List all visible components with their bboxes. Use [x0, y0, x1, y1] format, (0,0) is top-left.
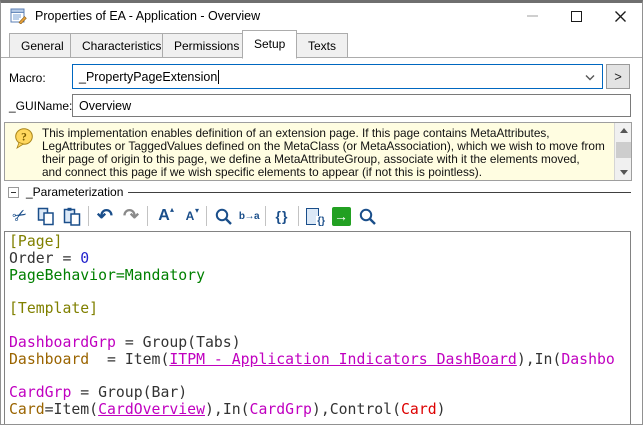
code-line: PageBehavior=Mandatory: [9, 266, 205, 284]
redo-icon: ↷: [123, 205, 139, 227]
macro-combobox[interactable]: _PropertyPageExtension: [72, 64, 603, 89]
info-text: This implementation enables definition o…: [42, 127, 614, 179]
arrow-up-icon: [619, 128, 628, 133]
arrow-down-icon: [619, 170, 628, 175]
info-scrollbar[interactable]: [614, 123, 631, 180]
cut-icon: ✂: [8, 203, 31, 228]
toolbar-separator: [298, 206, 299, 226]
replace-button[interactable]: b→a: [236, 204, 262, 228]
guiname-value: Overview: [79, 98, 132, 113]
toolbar-separator: [206, 206, 207, 226]
info-line: This implementation enables definition o…: [42, 126, 550, 140]
code-line: Dashboard = Item(ITPM - Application Indi…: [9, 350, 615, 368]
code-line: Order = 0: [9, 249, 90, 267]
replace-icon: b→a: [238, 210, 260, 222]
code-line: [Template]: [9, 300, 99, 318]
search-button[interactable]: [354, 204, 380, 228]
info-line: LegAttributes or TaggedValues defined on…: [42, 138, 605, 153]
tab-texts[interactable]: Texts: [296, 33, 349, 58]
maximize-icon: [570, 10, 582, 22]
paste-button[interactable]: [59, 204, 85, 228]
paste-braces-button[interactable]: {}: [302, 204, 328, 228]
tab-setup[interactable]: Setup: [242, 30, 298, 59]
scroll-down-button[interactable]: [615, 165, 632, 180]
parameterization-collapse-toggle[interactable]: [8, 187, 19, 198]
undo-button[interactable]: ↶: [92, 204, 118, 228]
copy-button[interactable]: [33, 204, 59, 228]
font-decrease-icon: A: [185, 209, 195, 223]
info-box: ? This implementation enables definition…: [4, 122, 632, 181]
zoom-button[interactable]: [210, 204, 236, 228]
font-decrease-button[interactable]: A ▾: [177, 204, 203, 228]
paste-icon: [63, 207, 81, 226]
info-line: their page of origin to this page, we de…: [42, 151, 580, 166]
minus-icon: [11, 192, 16, 193]
font-increase-button[interactable]: A ▴: [151, 204, 177, 228]
minimize-button[interactable]: [510, 3, 554, 29]
code-line: CardGrp = Group(Bar): [9, 384, 188, 402]
undo-icon: ↶: [97, 205, 113, 227]
code-line: DashboardGrp = Group(Tabs): [9, 333, 241, 351]
text-caret: [218, 69, 220, 84]
copy-icon: [37, 207, 54, 225]
help-balloon-icon: ?: [15, 128, 33, 149]
close-button[interactable]: [598, 3, 642, 29]
font-increase-icon: A: [158, 207, 170, 224]
parameterization-rule: [128, 192, 631, 193]
macro-value: _PropertyPageExtension: [79, 69, 218, 84]
code-editor[interactable]: [Page] Order = 0 PageBehavior=Mandatory [T…: [4, 231, 631, 424]
code-line: Card=Item(CardOverview),In(CardGrp),Cont…: [9, 400, 446, 418]
braces-icon: {}: [275, 208, 289, 224]
tab-characteristics[interactable]: Characteristics: [70, 33, 174, 58]
guiname-input[interactable]: Overview: [72, 94, 631, 117]
svg-text:?: ?: [21, 132, 27, 144]
maximize-button[interactable]: [554, 3, 598, 29]
scroll-up-button[interactable]: [615, 123, 632, 138]
toolbar-separator: [88, 206, 89, 226]
tab-permissions[interactable]: Permissions: [162, 33, 252, 58]
scroll-thumb[interactable]: [616, 142, 631, 158]
info-line: and connect this page if we wish specifi…: [42, 164, 482, 179]
properties-dialog: Properties of EA - Application - Overvie…: [0, 0, 643, 425]
tab-strip: General Characteristics Permissions Setu…: [1, 29, 642, 59]
close-icon: [614, 10, 626, 22]
go-button[interactable]: →: [328, 204, 354, 228]
properties-icon: [10, 8, 27, 24]
chevron-down-icon[interactable]: [585, 74, 595, 81]
paste-braces-icon: {}: [306, 207, 325, 227]
magnifier-icon: [215, 208, 232, 225]
braces-button[interactable]: {}: [269, 204, 295, 228]
editor-toolbar: ✂ ↶ ↷ A ▴ A ▾ b→a {} {} →: [7, 202, 380, 230]
toolbar-separator: [147, 206, 148, 226]
guiname-label: _GUIName:: [9, 99, 73, 113]
minimize-icon: [526, 15, 538, 17]
cut-button[interactable]: ✂: [7, 204, 33, 228]
search-icon: [359, 208, 376, 225]
code-line: [Page]: [9, 233, 63, 250]
tab-general[interactable]: General: [9, 33, 76, 58]
title-bar: Properties of EA - Application - Overvie…: [1, 3, 642, 29]
toolbar-separator: [265, 206, 266, 226]
parameterization-label: _Parameterization: [26, 185, 124, 199]
macro-expand-button[interactable]: >: [606, 64, 630, 89]
go-arrow-icon: →: [331, 206, 351, 226]
macro-label: Macro:: [9, 71, 46, 85]
window-title: Properties of EA - Application - Overvie…: [35, 9, 261, 23]
redo-button[interactable]: ↷: [118, 204, 144, 228]
